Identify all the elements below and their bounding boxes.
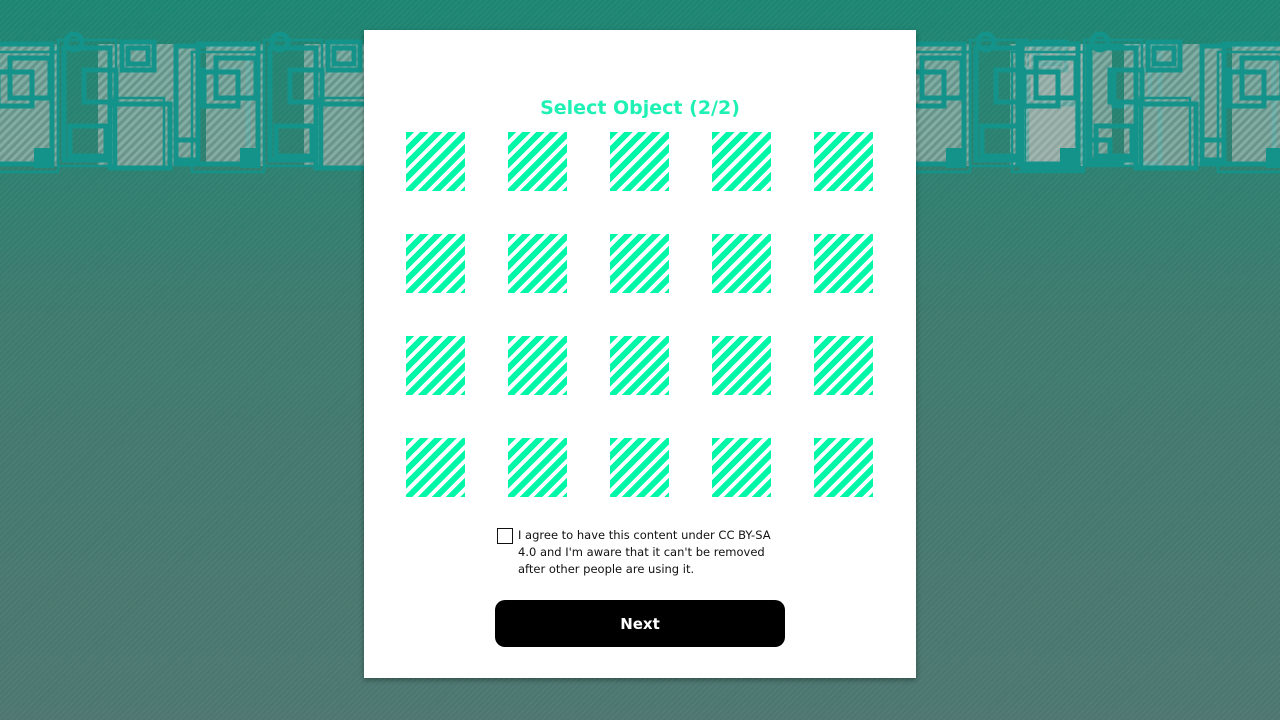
object-tile-r1-c5[interactable] [814,132,873,191]
object-tile-r4-c2[interactable] [508,438,567,497]
select-object-dialog: Select Object (2/2) I agree to have this… [364,30,916,678]
object-tile-r4-c4[interactable] [712,438,771,497]
object-tile-r1-c2[interactable] [508,132,567,191]
object-tile-r3-c4[interactable] [712,336,771,395]
object-tile-r2-c2[interactable] [508,234,567,293]
dialog-title: Select Object (2/2) [540,97,740,119]
next-button[interactable]: Next [495,600,785,647]
object-tile-grid [406,132,873,497]
object-tile-r3-c5[interactable] [814,336,873,395]
object-tile-r3-c3[interactable] [610,336,669,395]
license-consent: I agree to have this content under CC BY… [497,527,797,578]
object-tile-r3-c2[interactable] [508,336,567,395]
object-tile-r2-c4[interactable] [712,234,771,293]
object-tile-r1-c3[interactable] [610,132,669,191]
object-tile-r4-c3[interactable] [610,438,669,497]
object-tile-r4-c5[interactable] [814,438,873,497]
object-tile-r4-c1[interactable] [406,438,465,497]
license-agreement-checkbox[interactable] [497,528,513,544]
license-agreement-label: I agree to have this content under CC BY… [518,528,771,576]
object-tile-r2-c3[interactable] [610,234,669,293]
object-tile-r2-c1[interactable] [406,234,465,293]
object-tile-r1-c1[interactable] [406,132,465,191]
object-tile-r3-c1[interactable] [406,336,465,395]
object-tile-r1-c4[interactable] [712,132,771,191]
object-tile-r2-c5[interactable] [814,234,873,293]
